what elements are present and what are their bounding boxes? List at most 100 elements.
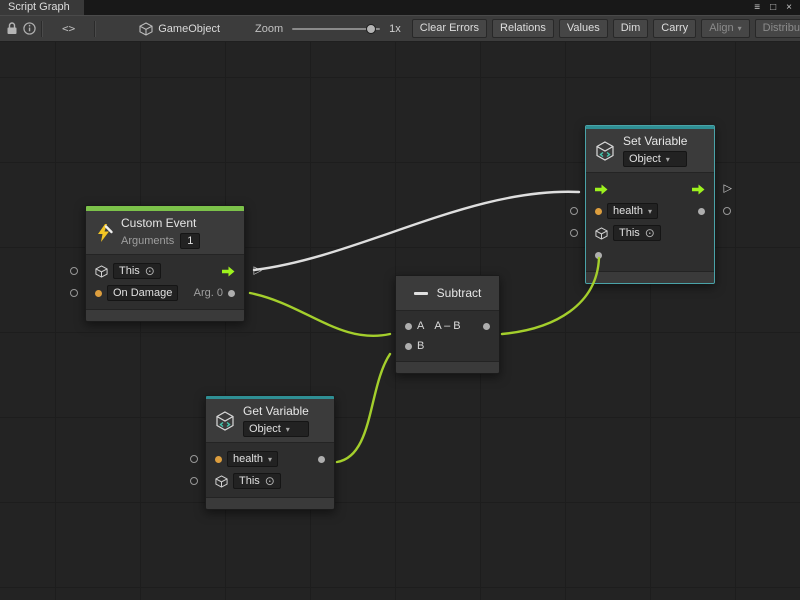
variable-name-port[interactable] — [215, 456, 222, 463]
variable-scope-dropdown[interactable]: Object ▾ — [243, 421, 309, 437]
clear-errors-button[interactable]: Clear Errors — [412, 19, 487, 38]
cube-icon — [95, 265, 108, 278]
cube-icon — [139, 22, 153, 36]
port-outer-circle[interactable] — [570, 229, 578, 237]
chevron-down-icon: ▾ — [286, 425, 290, 434]
this-dropdown[interactable]: This ⊙ — [613, 225, 661, 241]
node-footer — [206, 497, 334, 509]
flow-connection-triangle[interactable]: ▷ — [254, 265, 262, 276]
port-outer-circle[interactable] — [570, 207, 578, 215]
align-label: Align — [709, 22, 733, 35]
toolbar-divider — [41, 21, 43, 37]
this-dropdown[interactable]: This ⊙ — [233, 473, 281, 489]
code-icon[interactable]: <> — [62, 22, 75, 35]
chevron-down-icon: ▾ — [666, 155, 670, 164]
flow-out-arrow[interactable] — [222, 266, 235, 277]
tab-script-graph[interactable]: Script Graph — [0, 0, 84, 15]
align-button[interactable]: Align ▾ — [701, 19, 749, 38]
relations-button[interactable]: Relations — [492, 19, 554, 38]
subtract-body: A A – B B — [396, 311, 499, 361]
port-outer-circle[interactable] — [190, 477, 198, 485]
event-name-field[interactable]: On Damage — [107, 285, 178, 301]
node-footer — [396, 361, 499, 373]
target-icon[interactable]: ⊙ — [265, 475, 275, 487]
node-subtract[interactable]: Subtract A A – B B — [395, 275, 500, 374]
custom-event-trigger-row: On Damage Arg. 0 — [86, 282, 244, 304]
this-value: This — [239, 475, 260, 487]
chevron-down-icon: ▾ — [738, 22, 742, 35]
close-icon[interactable]: × — [786, 3, 792, 13]
get-variable-body: health ▾ This ⊙ — [206, 443, 334, 497]
graph-toolbar: <> GameObject Zoom 1x Clear Errors Relat… — [0, 15, 800, 42]
set-variable-header: Set Variable Object ▾ — [586, 129, 714, 173]
set-variable-title: Set Variable — [623, 134, 687, 148]
this-value: This — [119, 265, 140, 277]
graph-canvas[interactable]: Custom Event Arguments 1 This ⊙ — [0, 42, 800, 600]
variable-name-dropdown[interactable]: health ▾ — [607, 203, 658, 219]
get-variable-header: Get Variable Object ▾ — [206, 399, 334, 443]
zoom-slider[interactable] — [292, 22, 380, 36]
value-out-port[interactable] — [698, 208, 705, 215]
output-label: A – B — [434, 320, 460, 332]
custom-event-target-row: This ⊙ ▷ — [86, 260, 244, 282]
window-menu-icon[interactable]: ≡ — [754, 3, 760, 13]
input-b-port[interactable] — [405, 343, 412, 350]
set-variable-value-row — [586, 244, 714, 266]
zoom-slider-handle[interactable] — [366, 24, 376, 34]
scope-value: Object — [249, 423, 281, 435]
port-outer-circle[interactable] — [70, 289, 78, 297]
result-out-port[interactable] — [483, 323, 490, 330]
get-variable-title: Get Variable — [243, 404, 309, 418]
input-a-port[interactable] — [405, 323, 412, 330]
input-b-label: B — [417, 340, 424, 352]
value-in-port[interactable] — [595, 252, 602, 259]
lock-icon[interactable] — [6, 22, 18, 35]
flow-connection-triangle[interactable]: ▷ — [724, 183, 732, 194]
arg-0-out-port[interactable] — [228, 290, 235, 297]
arguments-input[interactable]: 1 — [180, 233, 200, 249]
this-dropdown[interactable]: This ⊙ — [113, 263, 161, 279]
zoom-label: Zoom — [255, 23, 283, 35]
flow-in-arrow[interactable] — [595, 184, 608, 195]
port-outer-circle[interactable] — [70, 267, 78, 275]
set-variable-flow-row: ▷ — [586, 178, 714, 200]
node-get-variable[interactable]: Get Variable Object ▾ health ▾ — [205, 395, 335, 510]
target-icon[interactable]: ⊙ — [145, 265, 155, 277]
port-outer-circle[interactable] — [190, 455, 198, 463]
flow-out-arrow[interactable] — [692, 184, 705, 195]
info-icon[interactable] — [23, 22, 36, 35]
value-out-port[interactable] — [318, 456, 325, 463]
node-set-variable[interactable]: Set Variable Object ▾ ▷ — [585, 125, 715, 284]
node-footer — [586, 271, 714, 283]
event-name-value: On Damage — [113, 287, 172, 299]
dim-button[interactable]: Dim — [613, 19, 649, 38]
wire-arg-to-a[interactable] — [250, 293, 390, 336]
variable-name-port[interactable] — [595, 208, 602, 215]
variable-scope-dropdown[interactable]: Object ▾ — [623, 151, 687, 167]
carry-label: Carry — [661, 22, 688, 35]
custom-event-body: This ⊙ ▷ On Damage Arg. 0 — [86, 255, 244, 309]
target-icon[interactable]: ⊙ — [645, 227, 655, 239]
subtract-title: Subtract — [437, 286, 482, 300]
maximize-icon[interactable]: □ — [770, 3, 776, 13]
carry-button[interactable]: Carry — [653, 19, 696, 38]
arguments-label: Arguments — [121, 235, 174, 247]
wire-flow[interactable] — [254, 192, 579, 270]
clear-errors-label: Clear Errors — [420, 22, 479, 35]
toolbar-divider — [94, 21, 96, 37]
gameobject-selector[interactable]: GameObject — [139, 22, 220, 36]
port-outer-circle[interactable] — [723, 207, 731, 215]
values-label: Values — [567, 22, 600, 35]
cube-icon — [595, 227, 608, 240]
values-button[interactable]: Values — [559, 19, 608, 38]
custom-event-title: Custom Event — [121, 216, 200, 230]
wire-get-to-b[interactable] — [337, 354, 390, 462]
subtract-header: Subtract — [396, 276, 499, 311]
event-trigger-port[interactable] — [95, 290, 102, 297]
variable-name-dropdown[interactable]: health ▾ — [227, 451, 278, 467]
scope-value: Object — [629, 153, 661, 165]
distribute-button[interactable]: Distribute▾ — [755, 19, 800, 38]
gameobject-label: GameObject — [158, 23, 220, 35]
relations-label: Relations — [500, 22, 546, 35]
node-custom-event[interactable]: Custom Event Arguments 1 This ⊙ — [85, 205, 245, 322]
